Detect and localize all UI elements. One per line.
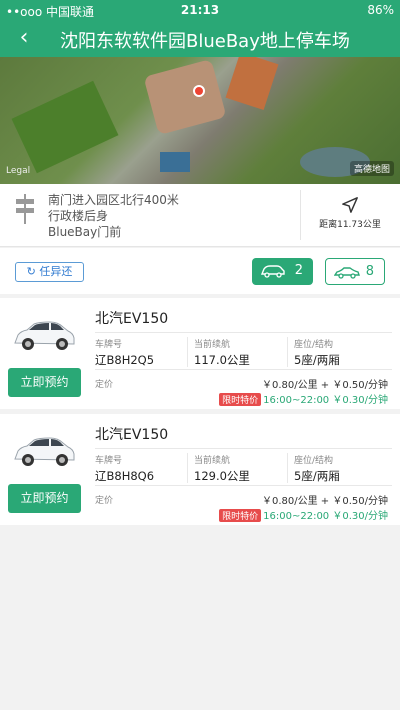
navigation-arrow-icon — [342, 197, 358, 213]
divider — [187, 453, 188, 483]
spec-key: 车牌号 — [95, 456, 123, 466]
car-type-filter-sedan[interactable]: 2 — [252, 258, 313, 285]
route-info: 南门进入园区北行400米 行政楼后身 BlueBay门前 距离11.73公里 — [0, 184, 400, 247]
refresh-icon: ↻ — [26, 265, 36, 278]
car-photo — [14, 321, 75, 350]
divider — [287, 337, 288, 367]
spec-key: 座位/结构 — [294, 340, 334, 350]
promo-price: 限时特价 16:00~22:00 ￥0.30/分钟 — [219, 391, 388, 406]
promo-price: 限时特价 16:00~22:00 ￥0.30/分钟 — [219, 507, 388, 522]
seat-spec: 座位/结构 5座/两厢 — [294, 453, 340, 484]
car-model-name: 北汽EV150 — [95, 311, 169, 327]
car-type-filter-sport[interactable]: 8 — [325, 258, 385, 285]
status-bar: ••ooo 中国联通 21:13 86% — [0, 0, 400, 20]
ev-count: 8 — [365, 264, 374, 279]
plate-spec: 车牌号 辽B8H2Q5 — [95, 337, 154, 368]
range-spec: 当前续航 117.0公里 — [194, 337, 250, 368]
map-provider-tag: 高德地图 — [349, 161, 394, 176]
return-anywhere-toggle[interactable]: ↻ 任异还 — [15, 262, 84, 282]
sports-car-icon — [334, 267, 360, 279]
spec-key: 当前续航 — [194, 456, 231, 466]
route-line: 南门进入园区北行400米 — [48, 193, 179, 207]
route-line: 行政楼后身 — [48, 209, 109, 223]
route-description: 南门进入园区北行400米 行政楼后身 BlueBay门前 — [48, 192, 179, 240]
plate-spec: 车牌号 辽B8H8Q6 — [95, 453, 154, 484]
price-line: ￥0.80/公里 + ￥0.50/分钟 — [261, 496, 388, 507]
book-now-button[interactable]: 立即预约 — [8, 368, 81, 397]
route-line: BlueBay门前 — [48, 225, 122, 239]
chevron-left-icon[interactable]: ‹ — [10, 24, 38, 52]
range-value: 117.0公里 — [194, 353, 250, 367]
map-building — [143, 58, 227, 136]
signpost-icon — [16, 194, 34, 224]
spec-key: 座位/结构 — [294, 456, 334, 466]
car-card[interactable]: 立即预约 北汽EV150 车牌号 辽B8H2Q5 当前续航 117.0公里 座位… — [0, 298, 400, 409]
car-icon — [260, 265, 285, 278]
car-count: 2 — [294, 263, 303, 278]
map-court — [160, 152, 190, 172]
price-key: 定价 — [95, 496, 114, 506]
range-spec: 当前续航 129.0公里 — [194, 453, 250, 484]
promo-badge: 限时特价 — [219, 509, 262, 522]
car-specs: 车牌号 辽B8H8Q6 当前续航 129.0公里 座位/结构 5座/两厢 — [95, 448, 392, 486]
car-photo — [14, 437, 75, 466]
car-specs: 车牌号 辽B8H2Q5 当前续航 117.0公里 座位/结构 5座/两厢 — [95, 332, 392, 370]
divider — [287, 453, 288, 483]
nav-bar: ‹ 沈阳东软软件园BlueBay地上停车场 — [0, 20, 400, 57]
plate-number: 辽B8H8Q6 — [95, 469, 155, 483]
plate-number: 辽B8H2Q5 — [95, 353, 155, 367]
map-building — [225, 57, 279, 111]
navigate-button[interactable]: 距离11.73公里 — [300, 196, 400, 230]
spec-key: 车牌号 — [95, 340, 123, 350]
promo-line: 16:00~22:00 ￥0.30/分钟 — [263, 395, 388, 406]
divider — [187, 337, 188, 367]
car-card[interactable]: 立即预约 北汽EV150 车牌号 辽B8H8Q6 当前续航 129.0公里 座位… — [0, 414, 400, 525]
range-value: 129.0公里 — [194, 469, 250, 483]
car-model-name: 北汽EV150 — [95, 427, 169, 443]
header-bar: ••ooo 中国联通 21:13 86% ‹ 沈阳东软软件园BlueBay地上停… — [0, 0, 400, 57]
spec-key: 当前续航 — [194, 340, 231, 350]
distance-label: 距离11.73公里 — [319, 220, 381, 230]
location-pin-icon[interactable] — [193, 85, 205, 97]
page-title: 沈阳东软软件园BlueBay地上停车场 — [60, 31, 350, 52]
promo-badge: 限时特价 — [219, 393, 262, 406]
price-key: 定价 — [95, 380, 114, 390]
status-time: 21:13 — [180, 3, 220, 17]
battery-label: 86% — [367, 3, 394, 17]
price-line: ￥0.80/公里 + ￥0.50/分钟 — [261, 380, 388, 391]
promo-line: 16:00~22:00 ￥0.30/分钟 — [263, 511, 388, 522]
map-field — [11, 80, 119, 174]
return-anywhere-label: 任异还 — [39, 265, 73, 278]
filter-bar: ↻ 任异还 2 8 — [0, 248, 400, 294]
seat-spec: 座位/结构 5座/两厢 — [294, 337, 340, 368]
seat-value: 5座/两厢 — [294, 469, 340, 483]
map-view[interactable]: Legal 高德地图 — [0, 57, 400, 184]
book-now-button[interactable]: 立即预约 — [8, 484, 81, 513]
seat-value: 5座/两厢 — [294, 353, 340, 367]
map-legal-link[interactable]: Legal — [6, 166, 30, 176]
